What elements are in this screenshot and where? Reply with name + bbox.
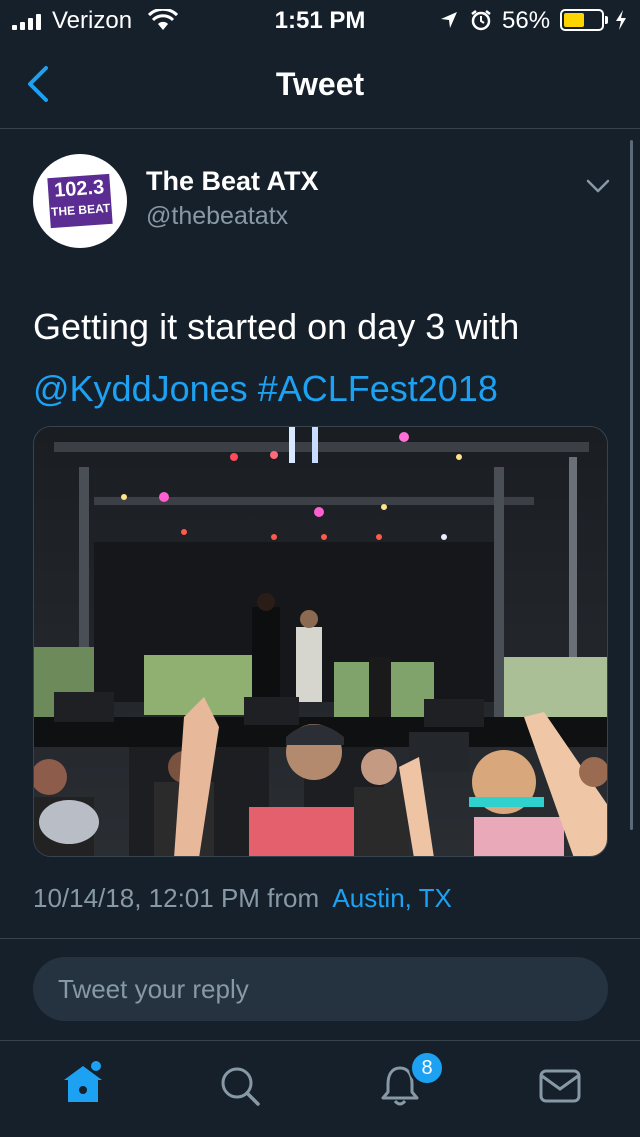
user-handle[interactable]: @thebeatatx	[146, 202, 288, 231]
battery-percentage: 56%	[502, 7, 551, 34]
avatar-logo: 102.3 THE BEAT	[47, 173, 113, 229]
tweet-timestamp: 10/14/18, 12:01 PM from	[33, 883, 320, 913]
home-icon[interactable]	[60, 1060, 106, 1106]
reply-placeholder: Tweet your reply	[58, 974, 249, 1004]
tweet-meta: 10/14/18, 12:01 PM from Austin, TX	[33, 883, 452, 914]
charging-bolt-icon	[616, 10, 626, 30]
battery-level-fill	[564, 13, 584, 27]
location-arrow-icon	[441, 12, 457, 28]
navigation-bar: Tweet	[0, 40, 640, 129]
battery-icon	[560, 9, 604, 31]
page-title: Tweet	[275, 66, 365, 102]
scrollbar[interactable]	[630, 140, 633, 830]
search-icon[interactable]	[218, 1064, 262, 1108]
notification-count-badge[interactable]: 8	[409, 1050, 445, 1086]
status-bar: Verizon 1:51 PM 56%	[0, 0, 640, 40]
battery-tip	[605, 16, 608, 24]
messages-envelope-icon[interactable]	[538, 1068, 582, 1104]
chevron-down-icon[interactable]	[586, 178, 610, 194]
hashtag-link[interactable]: #ACLFest2018	[258, 368, 498, 409]
concert-photo-illustration	[34, 427, 607, 856]
alarm-icon	[471, 10, 491, 31]
tweet-text: Getting it started on day 3 with @KyddJo…	[33, 296, 608, 420]
mention-link[interactable]: @KyddJones	[33, 368, 248, 409]
avatar[interactable]: 102.3 THE BEAT	[33, 154, 127, 248]
divider	[0, 938, 640, 939]
location-link[interactable]: Austin, TX	[332, 883, 451, 913]
tweet-body-text: Getting it started on day 3 with	[33, 306, 520, 347]
tweet-photo[interactable]	[33, 426, 608, 857]
reply-input[interactable]: Tweet your reply	[33, 957, 608, 1021]
avatar-logo-text-bottom: THE BEAT	[50, 200, 111, 220]
display-name[interactable]: The Beat ATX	[146, 166, 319, 197]
